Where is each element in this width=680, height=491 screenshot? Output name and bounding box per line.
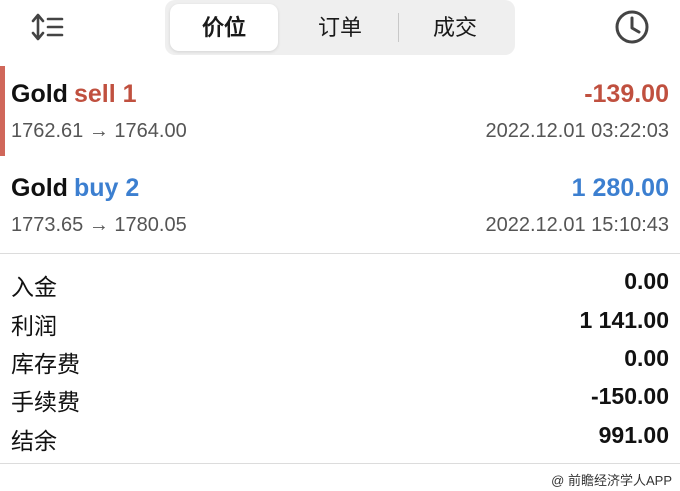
trade-row-sell[interactable]: Gold sell 1 -139.00 1762.61 → 1764.00 202… xyxy=(0,66,680,156)
summary-label: 手续费 xyxy=(11,389,80,415)
trade-side: buy 2 xyxy=(73,174,140,202)
summary-value: 991.00 xyxy=(598,422,669,448)
sort-icon[interactable] xyxy=(28,10,68,44)
trade-profit: 1 280.00 xyxy=(571,174,669,202)
top-toolbar: 价位 订单 成交 xyxy=(0,0,680,58)
trade-row-buy[interactable]: Gold buy 2 1 280.00 1773.65 → 1780.05 202… xyxy=(0,160,680,250)
tab-orders[interactable]: 订单 xyxy=(283,4,397,51)
summary-label: 结余 xyxy=(11,428,57,454)
trade-symbol: Gold xyxy=(11,80,68,108)
trade-prices: 1773.65 → 1780.05 xyxy=(11,214,187,236)
summary-row-deposit: 入金 0.00 xyxy=(0,264,680,302)
section-divider xyxy=(0,253,680,254)
bottom-divider xyxy=(0,463,680,464)
summary-label: 库存费 xyxy=(11,351,80,377)
clock-icon[interactable] xyxy=(612,7,652,47)
watermark-text: @ 前瞻经济学人APP xyxy=(551,473,672,488)
trade-prices: 1762.61 → 1764.00 xyxy=(11,120,187,142)
tab-segmented-control: 价位 订单 成交 xyxy=(165,0,515,55)
tab-price[interactable]: 价位 xyxy=(170,4,278,51)
trade-symbol: Gold xyxy=(11,174,68,202)
summary-value: 1 141.00 xyxy=(579,307,669,333)
summary-row-balance: 结余 991.00 xyxy=(0,418,680,456)
summary-value: 0.00 xyxy=(624,268,669,294)
summary-label: 利润 xyxy=(11,313,57,339)
summary-row-profit: 利润 1 141.00 xyxy=(0,303,680,341)
trade-time: 2022.12.01 15:10:43 xyxy=(485,214,669,236)
trade-title: Gold sell 1 xyxy=(11,80,137,109)
trade-profit: -139.00 xyxy=(584,80,669,108)
summary-row-swap: 库存费 0.00 xyxy=(0,341,680,379)
trade-time: 2022.12.01 03:22:03 xyxy=(485,120,669,142)
tab-deals[interactable]: 成交 xyxy=(399,4,511,51)
summary-label: 入金 xyxy=(11,274,57,300)
selected-accent-bar xyxy=(0,66,5,156)
trade-title: Gold buy 2 xyxy=(11,174,139,203)
summary-value: -150.00 xyxy=(590,383,669,409)
trade-side: sell 1 xyxy=(73,80,137,108)
summary-row-commission: 手续费 -150.00 xyxy=(0,379,680,417)
summary-value: 0.00 xyxy=(624,345,669,371)
